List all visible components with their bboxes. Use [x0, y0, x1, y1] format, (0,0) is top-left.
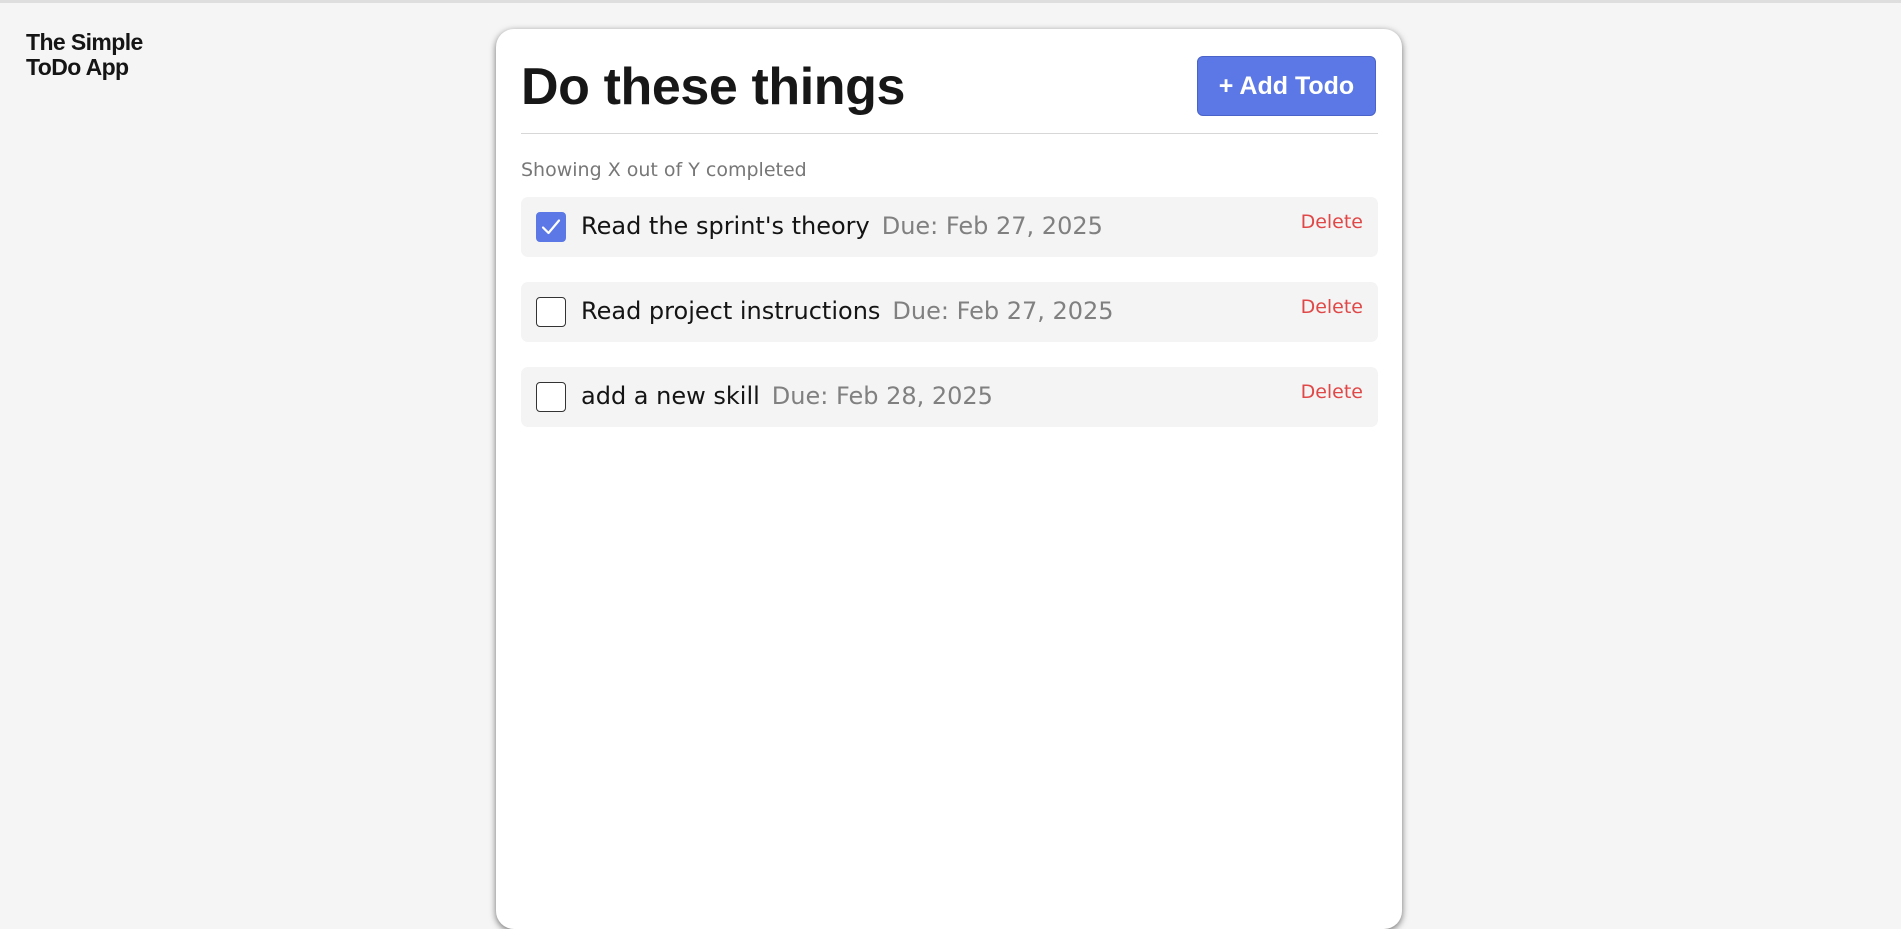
todo-item: Read project instructions Due: Feb 27, 20… — [521, 282, 1378, 342]
todo-label: add a new skill Due: Feb 28, 2025 — [581, 381, 993, 411]
todo-checkbox[interactable] — [536, 382, 566, 412]
delete-todo-button[interactable]: Delete — [1301, 381, 1363, 403]
delete-todo-button[interactable]: Delete — [1301, 296, 1363, 318]
app-logo: The Simple ToDo App — [26, 30, 186, 80]
todo-card: Do these things + Add Todo Showing X out… — [496, 29, 1402, 929]
page-title: Do these things — [521, 58, 906, 116]
top-border — [0, 0, 1901, 3]
todo-due-date: Due: Feb 28, 2025 — [771, 382, 993, 410]
todo-label: Read project instructions Due: Feb 27, 20… — [581, 296, 1114, 326]
todo-due-date: Due: Feb 27, 2025 — [892, 297, 1114, 325]
todo-item: Read the sprint's theory Due: Feb 27, 202… — [521, 197, 1378, 257]
todo-label: Read the sprint's theory Due: Feb 27, 202… — [581, 211, 1103, 241]
completion-summary: Showing X out of Y completed — [521, 159, 807, 181]
add-todo-button[interactable]: + Add Todo — [1197, 56, 1376, 116]
checkmark-icon — [541, 219, 561, 235]
todo-title: Read project instructions — [581, 297, 881, 325]
todo-title: Read the sprint's theory — [581, 212, 870, 240]
todo-checkbox[interactable] — [536, 297, 566, 327]
todo-title: add a new skill — [581, 382, 760, 410]
card-header: Do these things + Add Todo — [521, 51, 1378, 134]
logo-line-2: ToDo App — [26, 54, 129, 80]
todo-due-date: Due: Feb 27, 2025 — [881, 212, 1103, 240]
todo-list: Read the sprint's theory Due: Feb 27, 202… — [521, 197, 1378, 452]
todo-item: add a new skill Due: Feb 28, 2025 Delete — [521, 367, 1378, 427]
todo-checkbox[interactable] — [536, 212, 566, 242]
delete-todo-button[interactable]: Delete — [1301, 211, 1363, 233]
logo-line-1: The Simple — [26, 29, 143, 55]
